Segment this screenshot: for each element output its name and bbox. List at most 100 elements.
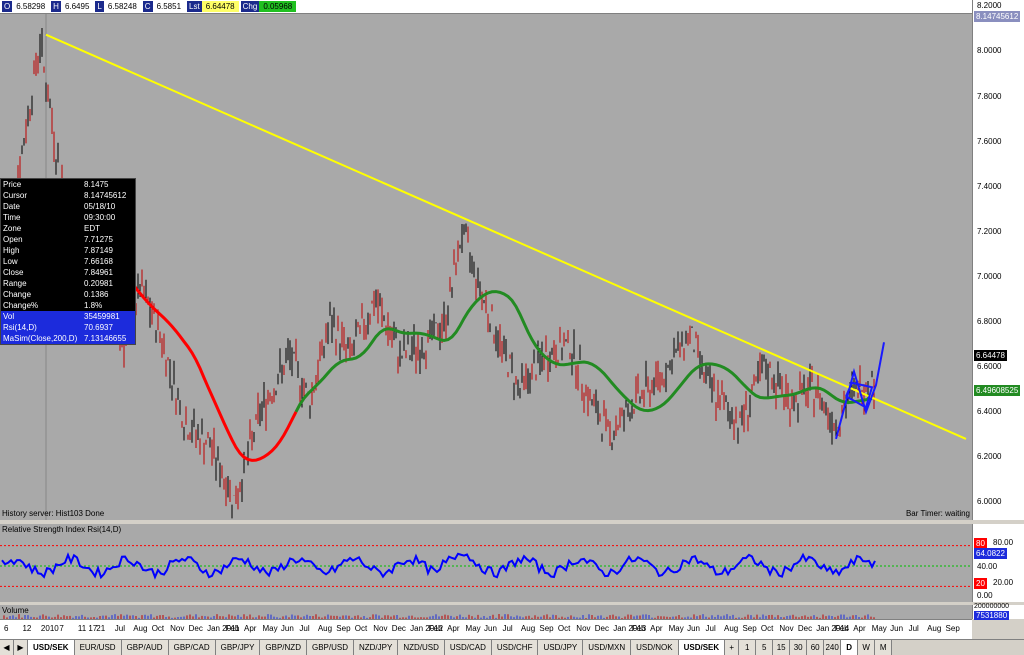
- time-label: Jul: [299, 624, 310, 633]
- symbol-tab[interactable]: EUR/USD: [74, 640, 122, 655]
- scroll-left-button[interactable]: ◀: [0, 640, 14, 655]
- timeframe-button[interactable]: M: [875, 640, 893, 655]
- last-key: Lst: [187, 1, 202, 12]
- data-window-key: Zone: [3, 224, 22, 233]
- price-tick: 6.4000: [977, 407, 1002, 416]
- data-window-key: Change%: [3, 301, 39, 310]
- symbol-tab[interactable]: GBP/JPY: [215, 640, 261, 655]
- symbol-tab[interactable]: USD/MXN: [583, 640, 632, 655]
- rsi-value-tag: 64.0822: [974, 548, 1007, 559]
- data-window-row: Change% 1.8%: [1, 300, 135, 311]
- symbol-tab[interactable]: USD/JPY: [538, 640, 584, 655]
- timeframe-buttons: 1 5 15 30 60 240 D W M: [739, 640, 893, 655]
- price-axis[interactable]: 8.2000 8.14745612 8.0000 7.8000 7.6000 7…: [972, 0, 1024, 520]
- rsi-pane[interactable]: Relative Strength Index Rsi(14,D): [0, 524, 972, 602]
- time-label: Nov: [576, 624, 591, 633]
- data-window-row: High 7.87149: [1, 245, 135, 256]
- time-label: May: [668, 624, 684, 633]
- data-window-key: Vol: [3, 312, 15, 321]
- rsi-tick: 20.00: [993, 578, 1014, 587]
- data-window-value: 0.20981: [84, 279, 113, 288]
- volume-tick: 200000000: [974, 603, 1010, 610]
- data-window-value: 8.1475: [84, 180, 109, 189]
- time-label: Jun: [484, 624, 497, 633]
- high-key: H: [51, 1, 61, 12]
- symbol-tab[interactable]: NZD/USD: [398, 640, 445, 655]
- timeframe-button[interactable]: 15: [773, 640, 791, 655]
- time-label: Aug: [520, 624, 536, 633]
- time-label: Dec: [594, 624, 609, 633]
- symbol-tab[interactable]: USD/CHF: [491, 640, 539, 655]
- data-window-value: 7.71275: [84, 235, 113, 244]
- data-window-value: 1.8%: [84, 301, 103, 310]
- timeframe-button[interactable]: W: [858, 640, 876, 655]
- time-label: Oct: [557, 624, 571, 633]
- price-tick: 7.0000: [977, 272, 1002, 281]
- data-window-row: Time 09:30:00: [1, 212, 135, 223]
- timeframe-button[interactable]: 60: [807, 640, 825, 655]
- open-value: 6.58298: [16, 2, 46, 11]
- price-chart-canvas[interactable]: [0, 14, 972, 520]
- time-label: Nov: [170, 624, 185, 633]
- rsi-axis[interactable]: 80 80.00 64.0822 40.00 20 20.00 0.00: [972, 524, 1024, 602]
- data-window-key: Low: [3, 257, 18, 266]
- bar-timer-status: Bar Timer: waiting: [905, 509, 970, 518]
- timeframe-button[interactable]: 5: [756, 640, 774, 655]
- volume-chart-canvas[interactable]: [0, 605, 972, 619]
- rsi-tick: 0.00: [977, 591, 993, 600]
- data-window-key: Close: [3, 268, 24, 277]
- symbol-tab[interactable]: USD/SEK: [678, 640, 726, 655]
- data-window-key: Time: [3, 213, 21, 222]
- rsi-lower-tag: 20: [974, 578, 987, 589]
- time-label: Aug: [724, 624, 739, 633]
- time-label: Oct: [354, 624, 368, 633]
- symbol-tab[interactable]: GBP/CAD: [168, 640, 216, 655]
- change-key: Chg: [240, 1, 260, 12]
- high-value: 6.6495: [64, 2, 90, 11]
- price-chart[interactable]: [0, 14, 972, 520]
- history-status: History server: Hist103 Done: [2, 509, 105, 518]
- data-window-value: 7.66168: [84, 257, 113, 266]
- data-window-value: 7.87149: [84, 246, 113, 255]
- symbol-tab[interactable]: GBP/USD: [306, 640, 354, 655]
- time-label: Jun: [890, 624, 904, 633]
- time-label: Aug: [927, 624, 942, 633]
- rsi-tick: 40.00: [977, 562, 998, 571]
- data-window-key: Open: [3, 235, 23, 244]
- time-label: Aug: [133, 624, 148, 633]
- symbol-tab[interactable]: USD/NOK: [631, 640, 679, 655]
- time-axis[interactable]: 6 12 2010 7 11 17 21 Jul Aug Oct Nov Dec Jan 2011 Fe…: [0, 619, 972, 639]
- data-window-row: Cursor 8.14745612: [1, 190, 135, 201]
- timeframe-button[interactable]: 30: [790, 640, 808, 655]
- timeframe-button[interactable]: 1: [739, 640, 757, 655]
- time-label: Feb: [428, 624, 443, 633]
- symbol-tab[interactable]: GBP/NZD: [260, 640, 307, 655]
- price-tick: 8.2000: [977, 1, 1002, 10]
- close-key: C: [142, 1, 153, 12]
- volume-axis[interactable]: 200000000 7531880: [972, 603, 1024, 620]
- data-window-key: Price: [3, 180, 22, 189]
- price-tick: 8.0000: [977, 46, 1002, 55]
- time-label: Jul: [705, 624, 716, 633]
- data-window-key: Change: [3, 290, 32, 299]
- volume-pane[interactable]: Volume: [0, 605, 972, 619]
- time-label: May: [262, 624, 278, 633]
- symbol-tab[interactable]: USD/CAD: [444, 640, 492, 655]
- moving-average-tag: 6.49608525: [974, 385, 1021, 396]
- volume-tag: 7531880: [974, 611, 1010, 620]
- rsi-chart-canvas[interactable]: [0, 524, 972, 602]
- volume-title: Volume: [2, 606, 29, 615]
- timeframe-button[interactable]: 240: [824, 640, 842, 655]
- symbol-tab[interactable]: GBP/AUD: [121, 640, 169, 655]
- time-label: 21: [96, 624, 106, 633]
- symbol-tab[interactable]: NZD/JPY: [353, 640, 399, 655]
- scroll-right-button[interactable]: ▶: [14, 640, 28, 655]
- data-window: Price 8.1475 Cursor 8.14745612 Date 05/18/10 T…: [0, 178, 136, 345]
- time-label: 11 17: [77, 624, 98, 633]
- price-tick: 6.2000: [977, 452, 1002, 461]
- data-window-key: Rsi(14,D): [3, 323, 37, 332]
- timeframe-button[interactable]: D: [841, 640, 859, 655]
- symbol-tab[interactable]: USD/SEK: [28, 640, 75, 655]
- add-tab-button[interactable]: +: [725, 640, 740, 655]
- data-window-key: MaSim(Close,200,D): [3, 334, 78, 343]
